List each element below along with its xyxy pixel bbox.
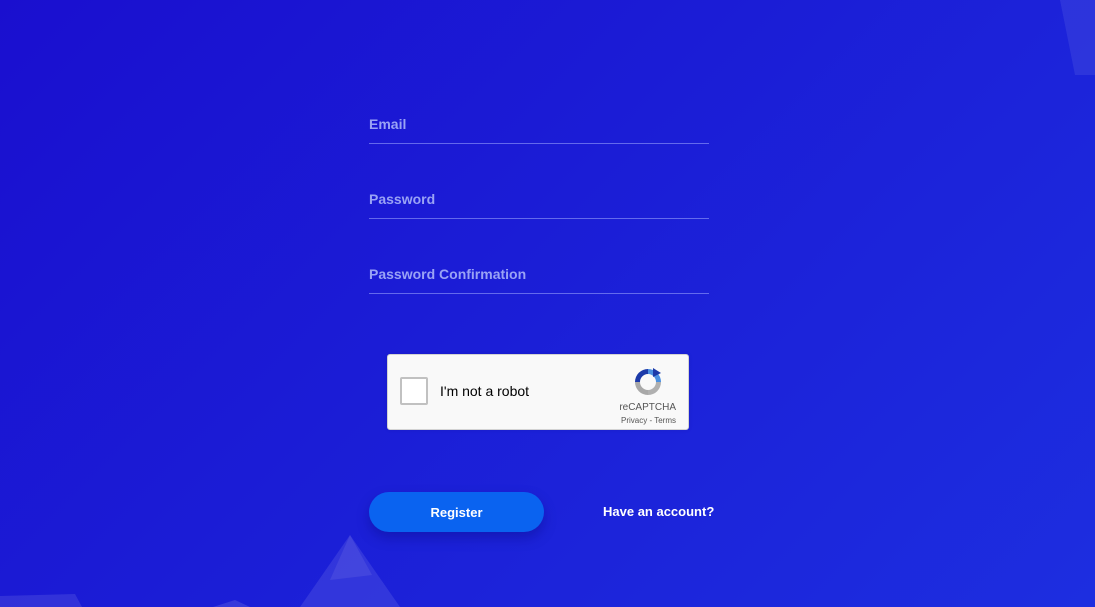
register-form bbox=[369, 100, 709, 325]
password-confirmation-field-wrapper bbox=[369, 250, 709, 294]
recaptcha-brand: reCAPTCHA bbox=[619, 402, 676, 413]
recaptcha-checkbox[interactable] bbox=[400, 377, 428, 405]
recaptcha-widget: I'm not a robot reCAPTCHA Privacy - Term… bbox=[387, 354, 689, 430]
have-account-link[interactable]: Have an account? bbox=[603, 504, 714, 519]
register-button[interactable]: Register bbox=[369, 492, 544, 532]
email-field-wrapper bbox=[369, 100, 709, 144]
email-field[interactable] bbox=[369, 100, 709, 143]
recaptcha-links: Privacy - Terms bbox=[621, 416, 676, 425]
password-field[interactable] bbox=[369, 175, 709, 218]
recaptcha-privacy-link[interactable]: Privacy bbox=[621, 416, 647, 425]
recaptcha-terms-link[interactable]: Terms bbox=[654, 416, 676, 425]
recaptcha-logo-icon bbox=[635, 368, 661, 395]
recaptcha-label: I'm not a robot bbox=[440, 383, 530, 399]
password-field-wrapper bbox=[369, 175, 709, 219]
password-confirmation-field[interactable] bbox=[369, 250, 709, 293]
